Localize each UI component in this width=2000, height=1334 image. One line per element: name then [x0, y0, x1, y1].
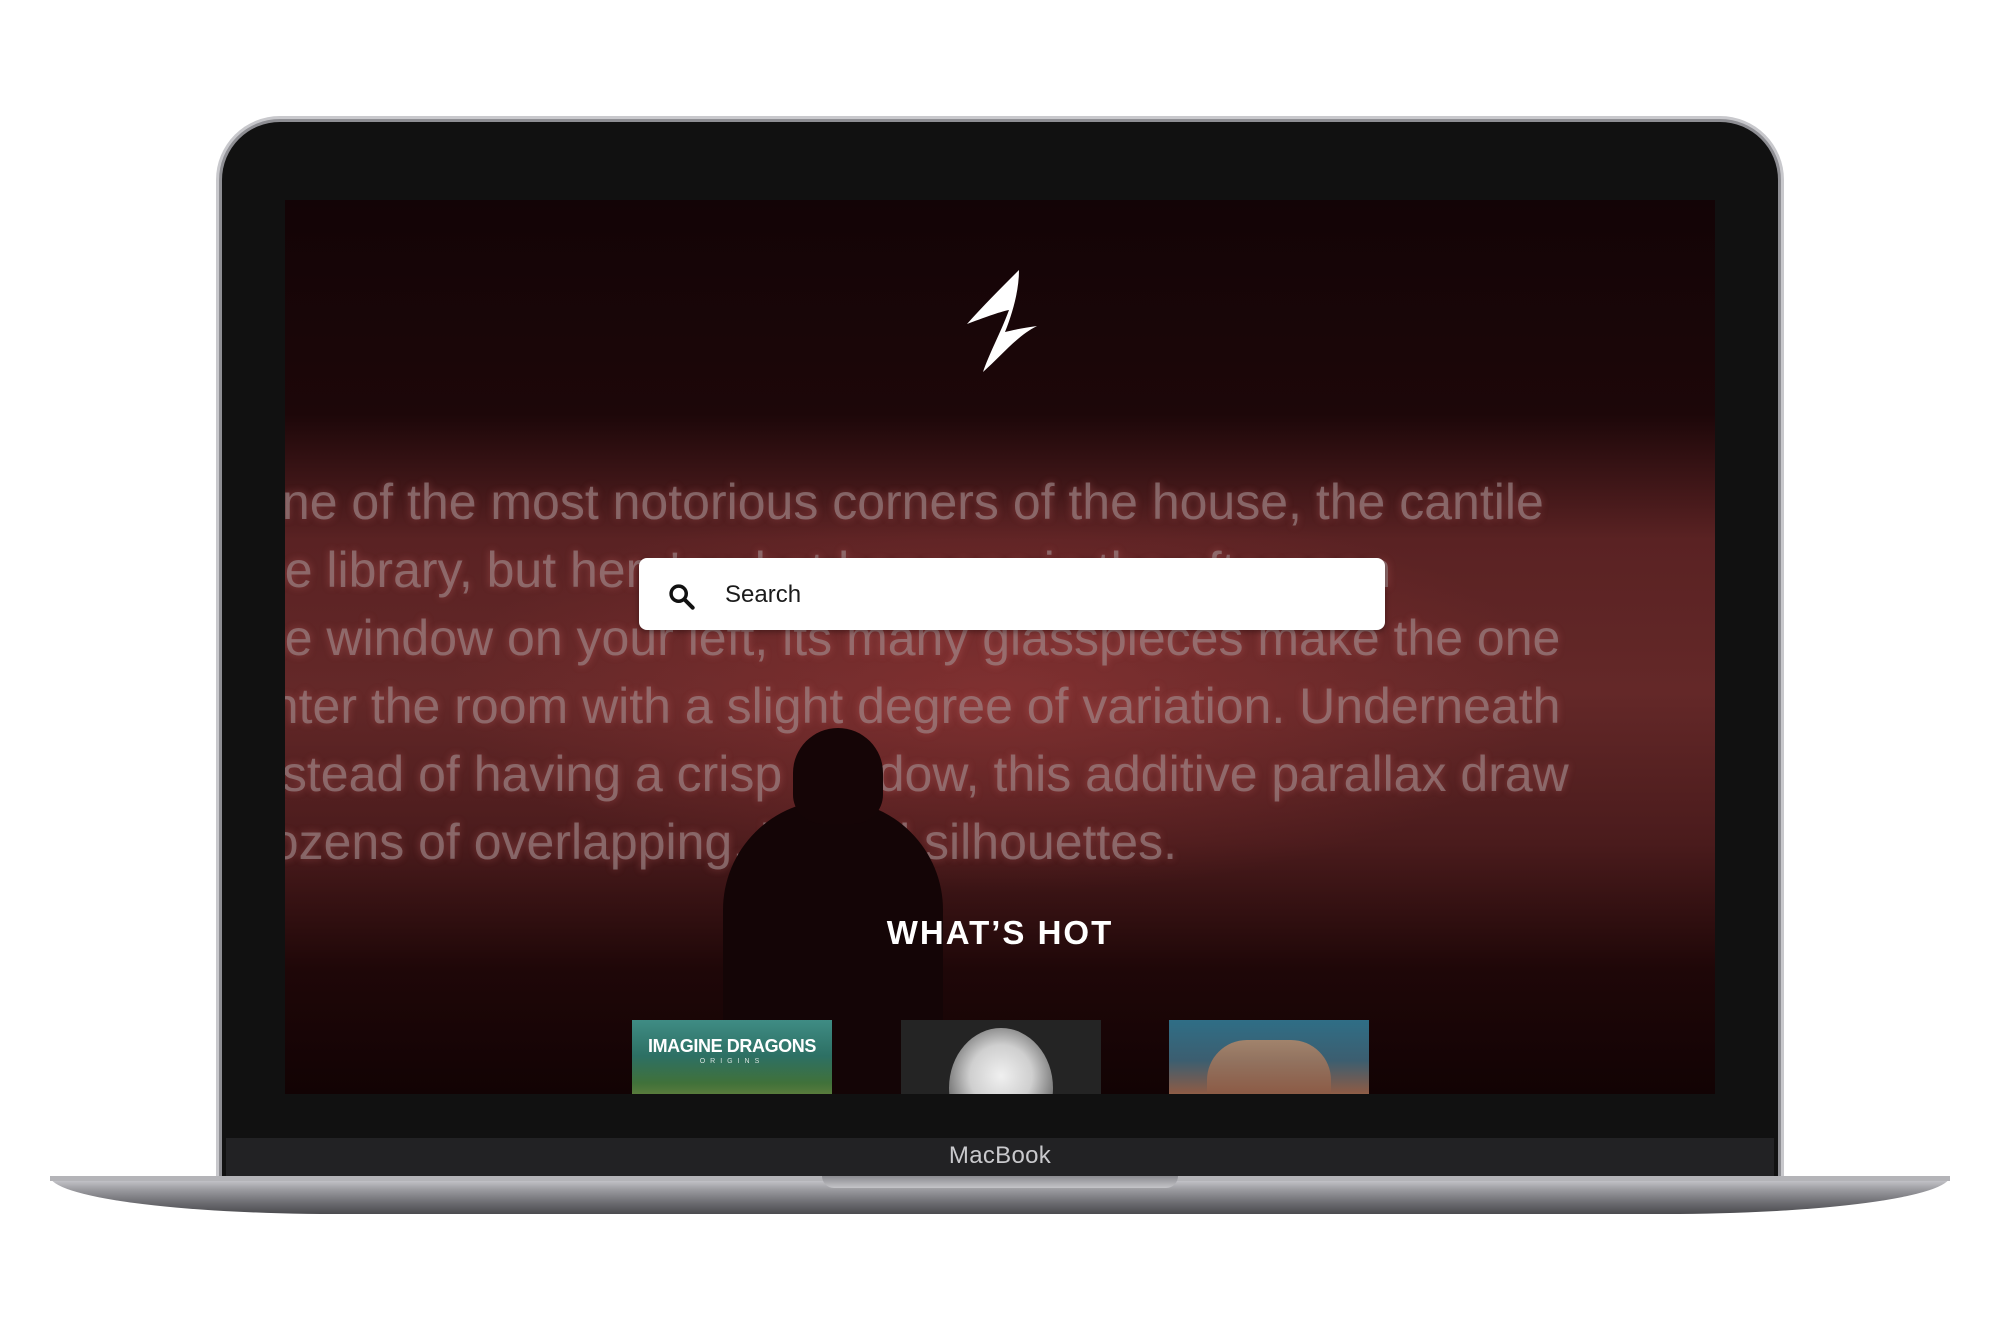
album-card-castle[interactable]	[1169, 1020, 1369, 1094]
device-brand-label: MacBook	[948, 1142, 1052, 1169]
background-text-line: dozens of overlapping, jagged silhouette…	[285, 814, 1177, 870]
whats-hot-title: WHAT’S HOT	[886, 914, 1114, 951]
album-cover-art	[949, 1028, 1053, 1094]
app-screen: One of the most notorious corners of the…	[285, 200, 1715, 1094]
album-title: IMAGINE DRAGONS	[647, 1036, 816, 1056]
search-icon[interactable]	[667, 582, 695, 610]
search-bar[interactable]	[639, 558, 1385, 630]
background-text-line: One of the most notorious corners of the…	[285, 474, 1544, 530]
search-input[interactable]	[723, 574, 1347, 616]
album-cover-art	[1207, 1040, 1331, 1094]
album-card-imagine-dragons[interactable]: IMAGINE DRAGONS ORIGINS	[632, 1020, 832, 1094]
background-text-line: enter the room with a slight degree of v…	[285, 678, 1561, 734]
album-subtitle: ORIGINS	[699, 1058, 765, 1065]
laptop-hinge-notch	[822, 1176, 1178, 1188]
person-silhouette-head	[793, 728, 883, 824]
lightning-logo-icon[interactable]	[961, 266, 1041, 376]
hero-background-text: One of the most notorious corners of the…	[285, 468, 1715, 876]
album-card-portrait[interactable]	[901, 1020, 1101, 1094]
background-text-line: instead of having a crisp shadow, this a…	[285, 746, 1569, 802]
